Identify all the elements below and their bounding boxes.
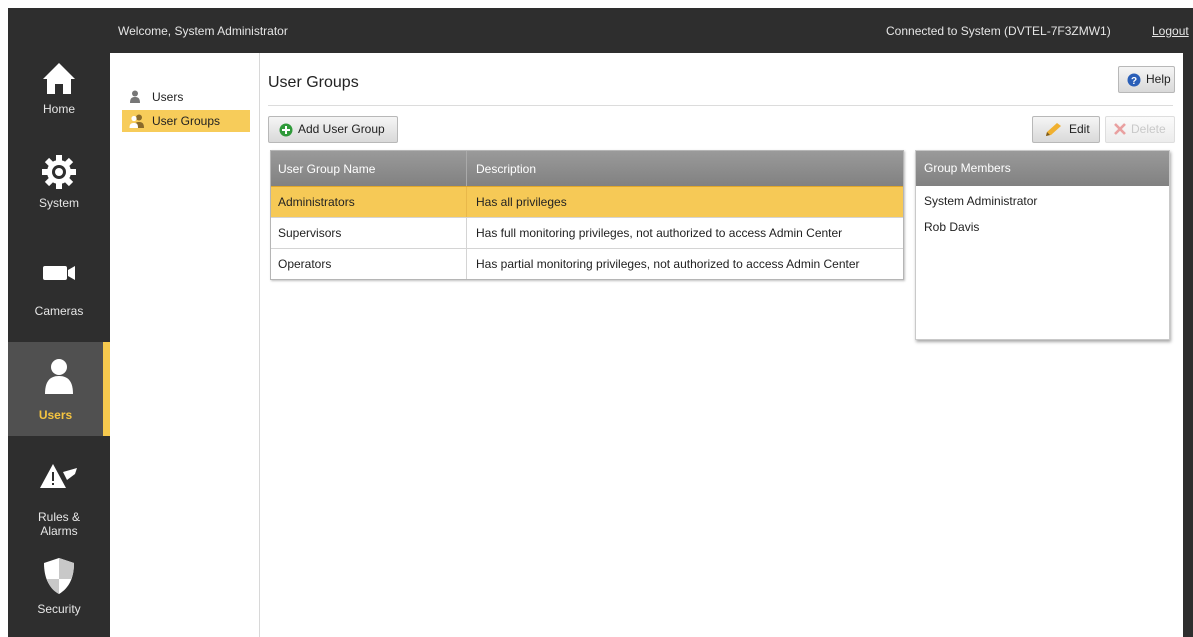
- logout-link[interactable]: Logout: [1152, 24, 1189, 38]
- help-icon: ?: [1127, 73, 1141, 87]
- help-label: Help: [1146, 72, 1171, 86]
- main-area: User Groups ? Help Add User Group Edit D…: [268, 53, 1183, 637]
- add-user-group-label: Add User Group: [298, 122, 385, 136]
- group-members-panel: Group Members System Administrator Rob D…: [915, 150, 1170, 340]
- table-row[interactable]: Operators Has partial monitoring privile…: [271, 248, 903, 279]
- title-divider: [268, 105, 1173, 106]
- nav-item-rules-alarms[interactable]: Rules & Alarms: [8, 448, 110, 542]
- nav-label-users: Users: [38, 408, 73, 422]
- user-group-icon: [129, 114, 144, 128]
- nav-item-system[interactable]: System: [8, 142, 110, 236]
- column-divider: [466, 151, 467, 186]
- page-title: User Groups: [268, 74, 359, 91]
- cell-group-name: Administrators: [278, 195, 355, 209]
- member-item: System Administrator: [924, 194, 1038, 208]
- welcome-text: Welcome, System Administrator: [118, 24, 288, 38]
- cell-description: Has full monitoring privileges, not auth…: [476, 226, 843, 240]
- user-groups-table: User Group Name Description Administrato…: [270, 150, 904, 280]
- column-header-description[interactable]: Description: [476, 162, 536, 176]
- sub-nav: Users User Groups: [110, 53, 260, 637]
- cell-group-name: Supervisors: [278, 226, 342, 240]
- cell-description: Has partial monitoring privileges, not a…: [476, 257, 860, 271]
- column-header-name[interactable]: User Group Name: [278, 162, 375, 176]
- column-divider: [466, 249, 467, 279]
- user-icon: [130, 90, 140, 103]
- nav-item-cameras[interactable]: Cameras: [8, 236, 110, 330]
- svg-text:?: ?: [1131, 76, 1137, 87]
- connection-status: Connected to System (DVTEL-7F3ZMW1): [886, 24, 1111, 38]
- content-panel: Users User Groups User Groups ? Help Add…: [110, 53, 1183, 637]
- subnav-item-users[interactable]: Users: [122, 86, 250, 108]
- member-item: Rob Davis: [924, 220, 980, 234]
- subnav-item-user-groups[interactable]: User Groups: [122, 110, 250, 132]
- subnav-label-users: Users: [152, 90, 184, 104]
- add-user-group-button[interactable]: Add User Group: [268, 116, 398, 143]
- table-header: User Group Name Description: [271, 151, 903, 186]
- nav-label-system: System: [38, 196, 79, 210]
- help-button[interactable]: ? Help: [1118, 66, 1175, 93]
- table-row[interactable]: Administrators Has all privileges: [271, 186, 903, 217]
- group-members-title: Group Members: [916, 151, 1169, 186]
- shield-icon: [44, 558, 74, 594]
- user-icon: [45, 359, 73, 394]
- home-icon: [43, 63, 75, 94]
- nav-label-alarms: Alarms: [40, 524, 78, 538]
- plus-icon: [279, 123, 293, 137]
- delete-label: Delete: [1131, 122, 1166, 136]
- nav-item-security[interactable]: Security: [8, 544, 110, 637]
- edit-label: Edit: [1069, 122, 1090, 136]
- pencil-icon: [1046, 123, 1061, 136]
- column-divider: [466, 187, 467, 217]
- nav-item-users[interactable]: Users: [8, 342, 110, 436]
- table-row[interactable]: Supervisors Has full monitoring privileg…: [271, 217, 903, 248]
- edit-button[interactable]: Edit: [1032, 116, 1100, 143]
- top-bar: Welcome, System Administrator Connected …: [8, 8, 1193, 48]
- main-nav: Home System Cameras Users Rules & Alarms…: [8, 48, 110, 637]
- nav-label-cameras: Cameras: [34, 304, 84, 318]
- cell-description: Has all privileges: [476, 195, 567, 209]
- nav-item-home[interactable]: Home: [8, 48, 110, 142]
- nav-label-rules: Rules &: [37, 510, 81, 524]
- rules-icon: [40, 464, 77, 488]
- gear-icon: [42, 155, 76, 189]
- delete-button[interactable]: Delete: [1105, 116, 1175, 143]
- app-window: Welcome, System Administrator Connected …: [8, 8, 1193, 637]
- subnav-label-user-groups: User Groups: [152, 114, 221, 128]
- nav-label-home: Home: [42, 102, 75, 116]
- column-divider: [466, 218, 467, 248]
- camera-icon: [43, 266, 75, 280]
- close-icon: [1114, 123, 1126, 135]
- cell-group-name: Operators: [278, 257, 332, 271]
- nav-label-security: Security: [37, 602, 81, 616]
